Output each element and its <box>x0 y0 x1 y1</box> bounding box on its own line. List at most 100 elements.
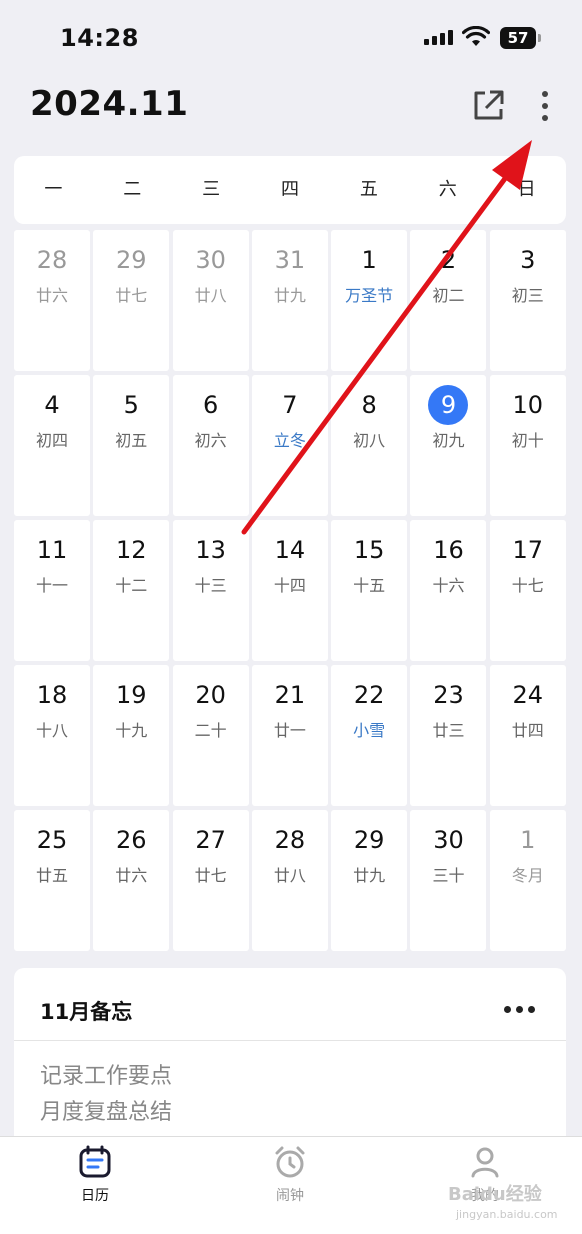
page-title: 2024.11 <box>30 84 189 124</box>
day-number: 11 <box>14 534 90 566</box>
calendar-day[interactable]: 25 廿五 <box>14 810 90 951</box>
calendar-day-today[interactable]: 9 初九 <box>410 375 487 516</box>
calendar-day[interactable]: 20 二十 <box>172 665 249 806</box>
weekday-header: 一 二 三 四 五 六 日 <box>14 156 566 224</box>
day-number: 7 <box>252 389 328 421</box>
day-number: 21 <box>252 679 328 711</box>
day-number-text: 7 <box>282 391 298 419</box>
calendar-day[interactable]: 23 廿三 <box>410 665 487 806</box>
calendar-day[interactable]: 7 立冬 <box>251 375 328 516</box>
day-number: 27 <box>173 824 249 856</box>
lunar-date: 廿五 <box>35 866 68 885</box>
calendar-day[interactable]: 18 十八 <box>14 665 90 806</box>
share-icon[interactable] <box>470 86 508 124</box>
lunar-date: 十二 <box>115 576 148 595</box>
calendar-day[interactable]: 27 廿七 <box>172 810 249 951</box>
day-number: 17 <box>490 534 566 566</box>
calendar-day[interactable]: 31 廿九 <box>251 230 328 371</box>
calendar-day[interactable]: 8 初八 <box>331 375 408 516</box>
status-bar: 14:28 57 <box>0 0 582 76</box>
memo-line[interactable]: 记录工作要点 <box>40 1058 172 1090</box>
calendar-day[interactable]: 30 三十 <box>410 810 487 951</box>
lunar-date: 初九 <box>432 431 465 450</box>
day-number-text: 20 <box>195 681 226 709</box>
lunar-date: 廿九 <box>353 866 386 885</box>
calendar-day[interactable]: 30 廿八 <box>172 230 249 371</box>
day-number: 24 <box>490 679 566 711</box>
day-number: 6 <box>173 389 249 421</box>
calendar-day[interactable]: 29 廿七 <box>93 230 170 371</box>
weekday-label: 一 <box>44 179 63 200</box>
day-number-text: 30 <box>195 246 226 274</box>
day-number-text: 12 <box>116 536 147 564</box>
calendar-day[interactable]: 15 十五 <box>331 520 408 661</box>
calendar-day[interactable]: 22 小雪 <box>331 665 408 806</box>
day-number: 10 <box>490 389 566 421</box>
day-number: 13 <box>173 534 249 566</box>
calendar-day[interactable]: 21 廿一 <box>251 665 328 806</box>
lunar-date: 初四 <box>35 431 68 450</box>
calendar-day[interactable]: 16 十六 <box>410 520 487 661</box>
lunar-date: 初六 <box>194 431 227 450</box>
calendar-day[interactable]: 26 廿六 <box>93 810 170 951</box>
calendar-day[interactable]: 13 十三 <box>172 520 249 661</box>
calendar-day[interactable]: 29 廿九 <box>331 810 408 951</box>
day-number: 15 <box>331 534 407 566</box>
day-number: 28 <box>14 244 90 276</box>
calendar-day[interactable]: 5 初五 <box>93 375 170 516</box>
tab-calendar[interactable]: 日历 <box>35 1137 155 1234</box>
calendar-day[interactable]: 4 初四 <box>14 375 90 516</box>
day-number: 9 <box>410 385 486 425</box>
lunar-date: 十六 <box>432 576 465 595</box>
calendar-day[interactable]: 3 初三 <box>489 230 566 371</box>
calendar-day[interactable]: 11 十一 <box>14 520 90 661</box>
day-number-text: 28 <box>36 246 68 274</box>
calendar-day[interactable]: 1 冬月 <box>489 810 566 951</box>
day-number-text: 23 <box>433 681 464 709</box>
calendar-day[interactable]: 28 廿六 <box>14 230 90 371</box>
calendar-day[interactable]: 2 初二 <box>410 230 487 371</box>
watermark-logo: Baidu经验 <box>448 1184 542 1205</box>
day-number-text: 13 <box>195 536 226 564</box>
memo-line[interactable]: 月度复盘总结 <box>40 1094 172 1126</box>
day-number: 1 <box>331 244 407 276</box>
more-options-icon[interactable] <box>530 86 560 126</box>
day-number-text: 8 <box>361 391 377 419</box>
day-number-text: 24 <box>512 681 544 709</box>
calendar-day[interactable]: 17 十七 <box>489 520 566 661</box>
day-number: 12 <box>93 534 169 566</box>
calendar-day[interactable]: 24 廿四 <box>489 665 566 806</box>
calendar-day[interactable]: 1 万圣节 <box>331 230 408 371</box>
day-number-text: 16 <box>433 536 464 564</box>
weekday-label: 五 <box>359 179 378 200</box>
lunar-date: 廿七 <box>115 286 148 305</box>
day-number-text: 27 <box>195 826 226 854</box>
day-number: 22 <box>331 679 407 711</box>
day-number-text: 2 <box>440 246 457 274</box>
day-number-text: 29 <box>116 246 147 274</box>
calendar-day[interactable]: 28 廿八 <box>251 810 328 951</box>
day-number: 4 <box>14 389 90 421</box>
lunar-date: 冬月 <box>511 866 544 885</box>
day-number: 28 <box>252 824 328 856</box>
day-number-text: 22 <box>353 681 385 709</box>
calendar-day[interactable]: 6 初六 <box>172 375 249 516</box>
day-number: 30 <box>173 244 249 276</box>
lunar-date: 三十 <box>432 866 465 885</box>
calendar-grid: 28 廿六 29 廿七 30 廿八 31 廿九 1 万圣节 2 初二 3 初三 4 初四 5 初五 6 初六 7 立冬 8 初… <box>14 230 566 951</box>
memo-card: 11月备忘 记录工作要点 月度复盘总结 <box>14 968 566 1148</box>
calendar-day[interactable]: 19 十九 <box>93 665 170 806</box>
cellular-signal-icon <box>424 30 453 45</box>
day-number: 19 <box>93 679 169 711</box>
day-number: 1 <box>490 824 566 856</box>
memo-more-icon[interactable] <box>504 994 535 1024</box>
tab-label: 闹钟 <box>276 1188 304 1204</box>
lunar-date: 十八 <box>35 721 68 740</box>
tab-alarm[interactable]: 闹钟 <box>230 1137 350 1234</box>
day-number-text: 19 <box>116 681 147 709</box>
calendar-day[interactable]: 14 十四 <box>251 520 328 661</box>
watermark-url: jingyan.baidu.com <box>456 1208 558 1221</box>
day-number-text: 1 <box>520 826 536 854</box>
calendar-day[interactable]: 12 十二 <box>93 520 170 661</box>
calendar-day[interactable]: 10 初十 <box>489 375 566 516</box>
